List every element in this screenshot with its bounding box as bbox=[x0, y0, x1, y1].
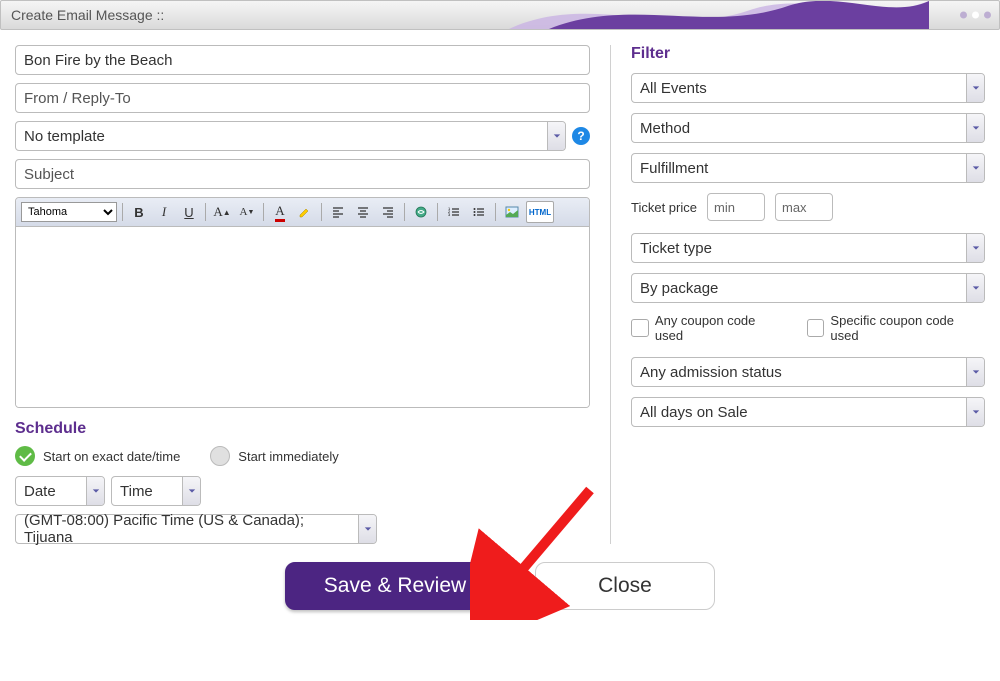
days-select[interactable]: All days on Sale bbox=[631, 397, 985, 427]
date-select[interactable]: Date bbox=[15, 476, 105, 506]
highlight-button[interactable] bbox=[294, 201, 316, 223]
editor-body[interactable] bbox=[16, 227, 589, 407]
event-name-field[interactable] bbox=[15, 45, 590, 75]
titlebar: Create Email Message :: bbox=[0, 0, 1000, 30]
window-controls[interactable] bbox=[960, 12, 991, 19]
event-name-input[interactable] bbox=[24, 52, 581, 69]
from-field[interactable] bbox=[15, 83, 590, 113]
price-min-input[interactable] bbox=[707, 193, 765, 221]
schedule-exact-label: Start on exact date/time bbox=[43, 449, 180, 464]
chevron-down-icon[interactable] bbox=[966, 154, 984, 182]
filter-heading: Filter bbox=[631, 45, 985, 63]
date-value: Date bbox=[16, 483, 86, 500]
events-select[interactable]: All Events bbox=[631, 73, 985, 103]
schedule-heading: Schedule bbox=[15, 420, 590, 438]
image-button[interactable] bbox=[501, 201, 523, 223]
checkbox-icon bbox=[631, 319, 649, 337]
bold-button[interactable]: B bbox=[128, 201, 150, 223]
bullet-list-button[interactable] bbox=[468, 201, 490, 223]
editor-toolbar: Tahoma B I U A▲ A▼ A 123 bbox=[16, 198, 589, 227]
html-button[interactable]: HTML bbox=[526, 201, 554, 223]
align-right-button[interactable] bbox=[377, 201, 399, 223]
chevron-down-icon[interactable] bbox=[966, 114, 984, 142]
save-review-button[interactable]: Save & Review bbox=[285, 562, 505, 610]
admission-select[interactable]: Any admission status bbox=[631, 357, 985, 387]
chevron-down-icon[interactable] bbox=[966, 358, 984, 386]
time-select[interactable]: Time bbox=[111, 476, 201, 506]
time-value: Time bbox=[112, 483, 182, 500]
font-select[interactable]: Tahoma bbox=[21, 202, 117, 222]
method-select[interactable]: Method bbox=[631, 113, 985, 143]
schedule-immediate-label: Start immediately bbox=[238, 449, 338, 464]
font-color-button[interactable]: A bbox=[269, 201, 291, 223]
chevron-down-icon[interactable] bbox=[966, 398, 984, 426]
link-button[interactable] bbox=[410, 201, 432, 223]
template-select[interactable]: No template bbox=[15, 121, 566, 151]
from-input[interactable] bbox=[24, 90, 581, 107]
coupon-any-option[interactable]: Any coupon code used bbox=[631, 313, 787, 343]
align-left-button[interactable] bbox=[327, 201, 349, 223]
message-editor: Tahoma B I U A▲ A▼ A 123 bbox=[15, 197, 590, 408]
radio-unchecked-icon bbox=[210, 446, 230, 466]
ordered-list-button[interactable]: 123 bbox=[443, 201, 465, 223]
align-center-button[interactable] bbox=[352, 201, 374, 223]
chevron-down-icon[interactable] bbox=[358, 515, 376, 543]
subject-field[interactable] bbox=[15, 159, 590, 189]
chevron-down-icon[interactable] bbox=[966, 74, 984, 102]
template-value: No template bbox=[16, 128, 547, 145]
coupon-specific-option[interactable]: Specific coupon code used bbox=[807, 313, 986, 343]
chevron-down-icon[interactable] bbox=[966, 234, 984, 262]
chevron-down-icon[interactable] bbox=[966, 274, 984, 302]
timezone-select[interactable]: (GMT-08:00) Pacific Time (US & Canada); … bbox=[15, 514, 377, 544]
italic-button[interactable]: I bbox=[153, 201, 175, 223]
chevron-down-icon[interactable] bbox=[86, 477, 104, 505]
checkbox-icon bbox=[807, 319, 825, 337]
schedule-exact-option[interactable]: Start on exact date/time bbox=[15, 446, 180, 466]
window-title: Create Email Message :: bbox=[11, 7, 164, 23]
chevron-down-icon[interactable] bbox=[182, 477, 200, 505]
timezone-value: (GMT-08:00) Pacific Time (US & Canada); … bbox=[16, 512, 358, 546]
fulfillment-select[interactable]: Fulfillment bbox=[631, 153, 985, 183]
titlebar-decoration bbox=[509, 1, 929, 29]
ticket-type-select[interactable]: Ticket type bbox=[631, 233, 985, 263]
schedule-immediate-option[interactable]: Start immediately bbox=[210, 446, 338, 466]
font-grow-button[interactable]: A▲ bbox=[211, 201, 233, 223]
ticket-price-label: Ticket price bbox=[631, 200, 697, 215]
close-button[interactable]: Close bbox=[535, 562, 715, 610]
subject-input[interactable] bbox=[24, 166, 581, 183]
svg-text:3: 3 bbox=[448, 212, 451, 217]
price-max-input[interactable] bbox=[775, 193, 833, 221]
chevron-down-icon[interactable] bbox=[547, 122, 565, 150]
help-icon[interactable]: ? bbox=[572, 127, 590, 145]
radio-checked-icon bbox=[15, 446, 35, 466]
underline-button[interactable]: U bbox=[178, 201, 200, 223]
font-shrink-button[interactable]: A▼ bbox=[236, 201, 258, 223]
package-select[interactable]: By package bbox=[631, 273, 985, 303]
